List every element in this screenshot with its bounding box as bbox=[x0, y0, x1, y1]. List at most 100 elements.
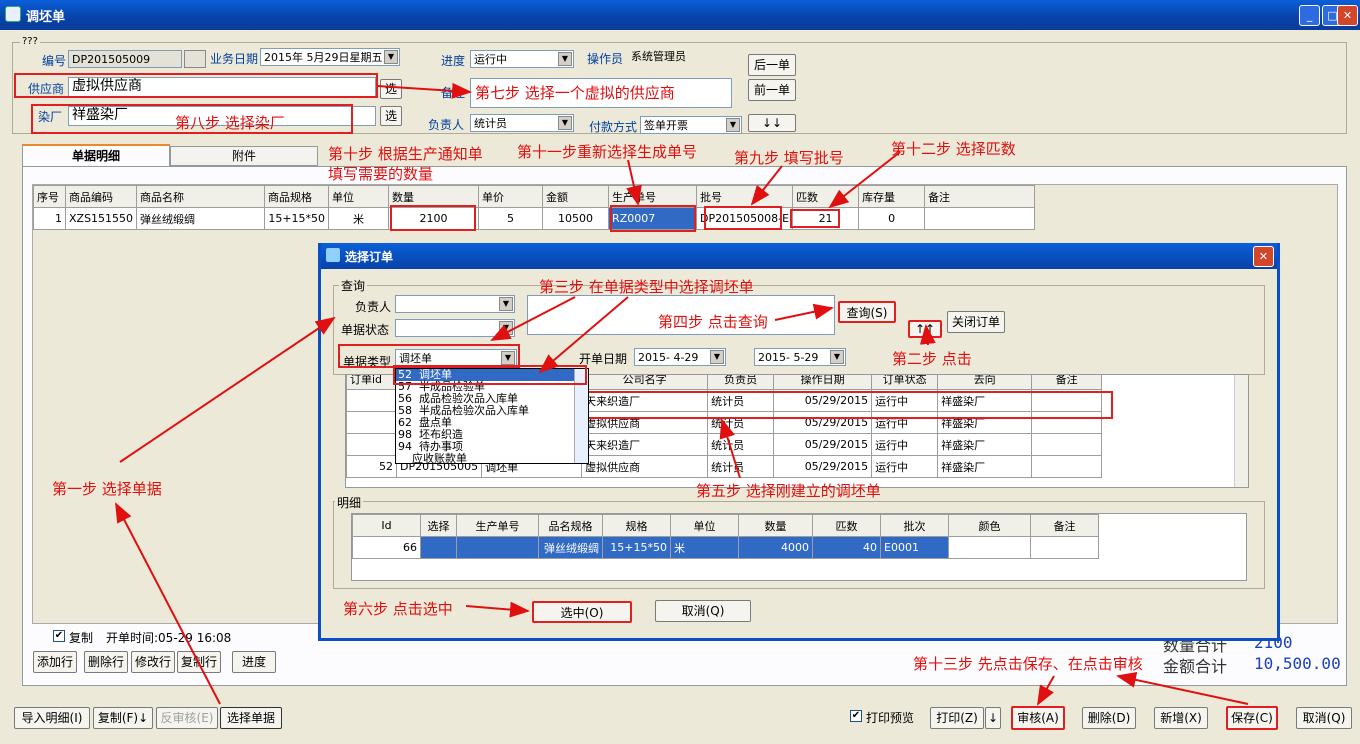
cell[interactable]: 05/29/2015 bbox=[773, 455, 873, 478]
delete-row-button[interactable]: 删除行 bbox=[84, 651, 128, 673]
delete-button[interactable]: 删除(D) bbox=[1082, 707, 1136, 729]
tab-detail[interactable]: 单据明细 bbox=[22, 144, 170, 166]
close-button[interactable]: ✕ bbox=[1337, 5, 1358, 26]
print-preview-checkbox[interactable]: ✔ bbox=[850, 710, 862, 722]
cell[interactable] bbox=[924, 207, 1036, 230]
copy-dropdown-button[interactable]: 复制(F)↓ bbox=[93, 707, 153, 729]
add-row-button[interactable]: 添加行 bbox=[33, 651, 77, 673]
chevron-down-icon[interactable]: ▼ bbox=[726, 118, 740, 132]
cell[interactable] bbox=[456, 536, 539, 559]
dlg-owner-select[interactable]: ▼ bbox=[395, 295, 515, 313]
chevron-down-icon[interactable]: ▼ bbox=[710, 350, 724, 364]
cell[interactable]: 运行中 bbox=[871, 433, 939, 456]
table-row[interactable]: 1 XZS151550 弹丝绒缎绸 15+15*50 米 2100 5 1050… bbox=[33, 207, 1036, 230]
no-extra-box[interactable] bbox=[184, 50, 206, 68]
cell[interactable]: 米 bbox=[670, 536, 739, 559]
chevron-down-icon[interactable]: ▼ bbox=[558, 52, 572, 66]
chevron-down-icon[interactable]: ▼ bbox=[499, 297, 513, 311]
cell[interactable]: 4000 bbox=[738, 536, 813, 559]
cell[interactable] bbox=[346, 389, 397, 412]
close-order-button[interactable]: 关闭订单 bbox=[947, 311, 1005, 333]
chevron-down-icon[interactable]: ▼ bbox=[558, 116, 572, 130]
select-ok-button[interactable]: 选中(O) bbox=[532, 601, 632, 623]
cell[interactable] bbox=[346, 411, 397, 434]
cell[interactable]: 66 bbox=[352, 536, 421, 559]
progress-select[interactable]: 运行中 ▼ bbox=[470, 50, 574, 68]
cell[interactable] bbox=[1031, 455, 1103, 478]
next-order-button[interactable]: 后一单 bbox=[748, 54, 796, 76]
cell[interactable]: 祥盛染厂 bbox=[937, 433, 1033, 456]
progress-button[interactable]: 进度 bbox=[232, 651, 276, 673]
chevron-down-icon[interactable]: ▼ bbox=[499, 321, 513, 335]
cell[interactable]: XZS151550 bbox=[64, 207, 138, 230]
chevron-down-icon[interactable]: ▼ bbox=[830, 350, 844, 364]
owner-select[interactable]: 统计员 ▼ bbox=[470, 114, 574, 132]
orders-col-header: 订单id bbox=[346, 375, 397, 390]
date-picker[interactable]: 2015年 5月29日星期五 ▼ bbox=[260, 48, 400, 66]
dialog-icon bbox=[326, 248, 340, 262]
cell[interactable] bbox=[420, 536, 457, 559]
select-document-button[interactable]: 选择单据 bbox=[220, 707, 282, 729]
tab-attachment[interactable]: 附件 bbox=[170, 146, 318, 166]
cell[interactable]: 弹丝绒缎绸 bbox=[136, 207, 266, 230]
print-dropdown-button[interactable]: ↓ bbox=[985, 707, 1001, 729]
chevron-down-icon[interactable]: ▼ bbox=[384, 50, 398, 64]
cell[interactable]: 祥盛染厂 bbox=[937, 455, 1033, 478]
annotation-step7: 第七步 选择一个虚拟的供应商 bbox=[475, 84, 675, 102]
new-button[interactable]: 新增(X) bbox=[1154, 707, 1208, 729]
cell[interactable]: 05/29/2015 bbox=[773, 433, 873, 456]
annotation-step3: 第三步 在单据类型中选择调坯单 bbox=[539, 278, 754, 296]
dialog-cancel-button[interactable]: 取消(Q) bbox=[655, 600, 751, 622]
cell[interactable]: 0 bbox=[858, 207, 926, 230]
date-to-picker[interactable]: 2015- 5-29 ▼ bbox=[754, 348, 846, 366]
table-row[interactable]: 66 弹丝绒缎绸 15+15*50 米 4000 40 E0001 bbox=[352, 536, 1099, 559]
down-button[interactable]: ↓↓ bbox=[748, 114, 796, 132]
dyehouse-select-button[interactable]: 选 bbox=[380, 106, 402, 126]
pay-select[interactable]: 签单开票 ▼ bbox=[640, 116, 742, 134]
copy-checkbox[interactable]: ✔ bbox=[53, 630, 65, 642]
dropdown-option[interactable]: 应收账款单 bbox=[396, 453, 588, 464]
unaudit-button[interactable]: 反审核(E) bbox=[156, 707, 218, 729]
cell[interactable]: E0001 bbox=[880, 536, 949, 559]
cell[interactable] bbox=[948, 536, 1031, 559]
pieces-highlight bbox=[790, 209, 840, 228]
cell[interactable]: 15+15*50 bbox=[264, 207, 330, 230]
header-group-title: ??? bbox=[20, 36, 40, 47]
cell[interactable] bbox=[1031, 433, 1103, 456]
cell[interactable]: 米 bbox=[328, 207, 390, 230]
orders-col-header: 公司名字 bbox=[581, 375, 709, 390]
audit-button[interactable]: 审核(A) bbox=[1011, 706, 1065, 730]
cell[interactable]: 5 bbox=[478, 207, 544, 230]
cell[interactable]: 10500 bbox=[542, 207, 610, 230]
minimize-button[interactable]: _ bbox=[1299, 5, 1320, 26]
save-button[interactable]: 保存(C) bbox=[1226, 706, 1278, 730]
edit-row-button[interactable]: 修改行 bbox=[131, 651, 175, 673]
cell[interactable]: 统计员 bbox=[707, 433, 775, 456]
cell[interactable]: 40 bbox=[812, 536, 881, 559]
cell[interactable]: 运行中 bbox=[871, 455, 939, 478]
cancel-button[interactable]: 取消(Q) bbox=[1296, 707, 1352, 729]
supplier-select-button[interactable]: 选 bbox=[380, 79, 402, 99]
orders-scrollbar[interactable] bbox=[1234, 375, 1248, 487]
date-from-picker[interactable]: 2015- 4-29 ▼ bbox=[634, 348, 726, 366]
cell[interactable]: 弹丝绒缎绸 bbox=[538, 536, 603, 559]
prev-order-button[interactable]: 前一单 bbox=[748, 79, 796, 101]
cell[interactable]: 15+15*50 bbox=[602, 536, 671, 559]
cell[interactable]: 52 bbox=[346, 455, 397, 478]
cell[interactable]: 虚拟供应商 bbox=[581, 455, 709, 478]
arrows-button[interactable]: ↑↑ bbox=[908, 320, 942, 338]
no-field[interactable]: DP201505009 bbox=[68, 50, 182, 68]
annotation-step10a: 第十步 根据生产通知单 bbox=[328, 145, 483, 163]
query-button[interactable]: 查询(S) bbox=[838, 301, 896, 323]
import-detail-button[interactable]: 导入明细(I) bbox=[14, 707, 90, 729]
dlg-status-select[interactable]: ▼ bbox=[395, 319, 515, 337]
cell[interactable]: 统计员 bbox=[707, 455, 775, 478]
dropdown-highlight bbox=[393, 365, 587, 385]
print-button[interactable]: 打印(Z) bbox=[930, 707, 984, 729]
copy-row-button[interactable]: 复制行 bbox=[177, 651, 221, 673]
cell[interactable] bbox=[1030, 536, 1099, 559]
cell[interactable] bbox=[346, 433, 397, 456]
dialog-close-button[interactable]: ✕ bbox=[1253, 246, 1274, 267]
cell[interactable]: 1 bbox=[33, 207, 66, 230]
cell[interactable]: 天来织造厂 bbox=[581, 433, 709, 456]
